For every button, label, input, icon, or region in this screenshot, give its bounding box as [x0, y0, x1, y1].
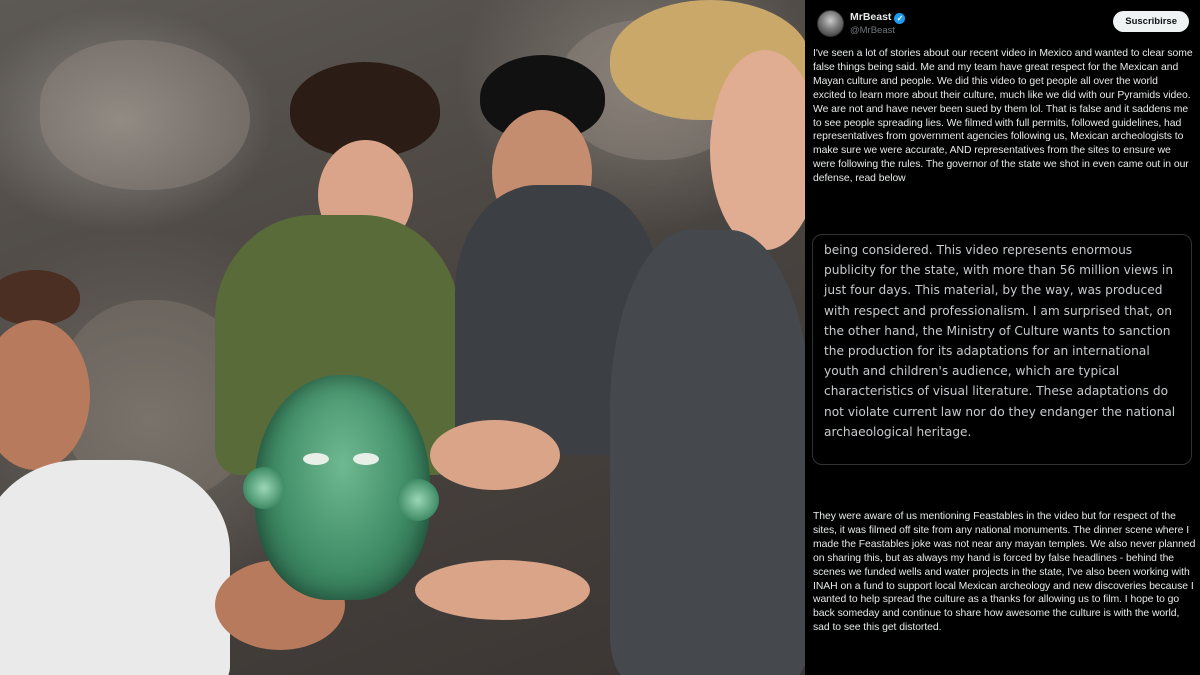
- tweet-panel: MrBeast ✓ @MrBeast Suscribirse I've seen …: [805, 0, 1200, 675]
- mask-ear: [243, 467, 285, 509]
- hand-open: [430, 420, 560, 490]
- video-still-photo: [0, 0, 805, 675]
- author-handle[interactable]: @MrBeast: [850, 25, 895, 36]
- person-right-face: [710, 50, 805, 250]
- verified-badge-icon: ✓: [894, 13, 906, 24]
- avatar[interactable]: [817, 10, 844, 37]
- jade-mask: [243, 375, 439, 600]
- quoted-text-card[interactable]: being considered. This video represents …: [812, 234, 1192, 465]
- author-name-text[interactable]: MrBeast: [850, 11, 891, 23]
- mask-eye: [353, 453, 379, 465]
- person-right-shirt: [610, 230, 805, 675]
- mask-ear: [397, 479, 439, 521]
- person-left-shirt: [0, 460, 230, 675]
- subscribe-button[interactable]: Suscribirse: [1113, 11, 1189, 32]
- mask-eye: [303, 453, 329, 465]
- author-name[interactable]: MrBeast ✓: [850, 11, 906, 24]
- tweet-text-part-2: They were aware of us mentioning Feastab…: [813, 511, 1196, 634]
- quoted-text: being considered. This video represents …: [824, 243, 1176, 439]
- hat-left: [0, 270, 80, 325]
- tweet-header: MrBeast ✓ @MrBeast Suscribirse: [813, 9, 1193, 41]
- hand-low: [415, 560, 590, 620]
- cave-rock: [40, 40, 250, 190]
- tweet-text-part-1: I've seen a lot of stories about our rec…: [813, 48, 1193, 185]
